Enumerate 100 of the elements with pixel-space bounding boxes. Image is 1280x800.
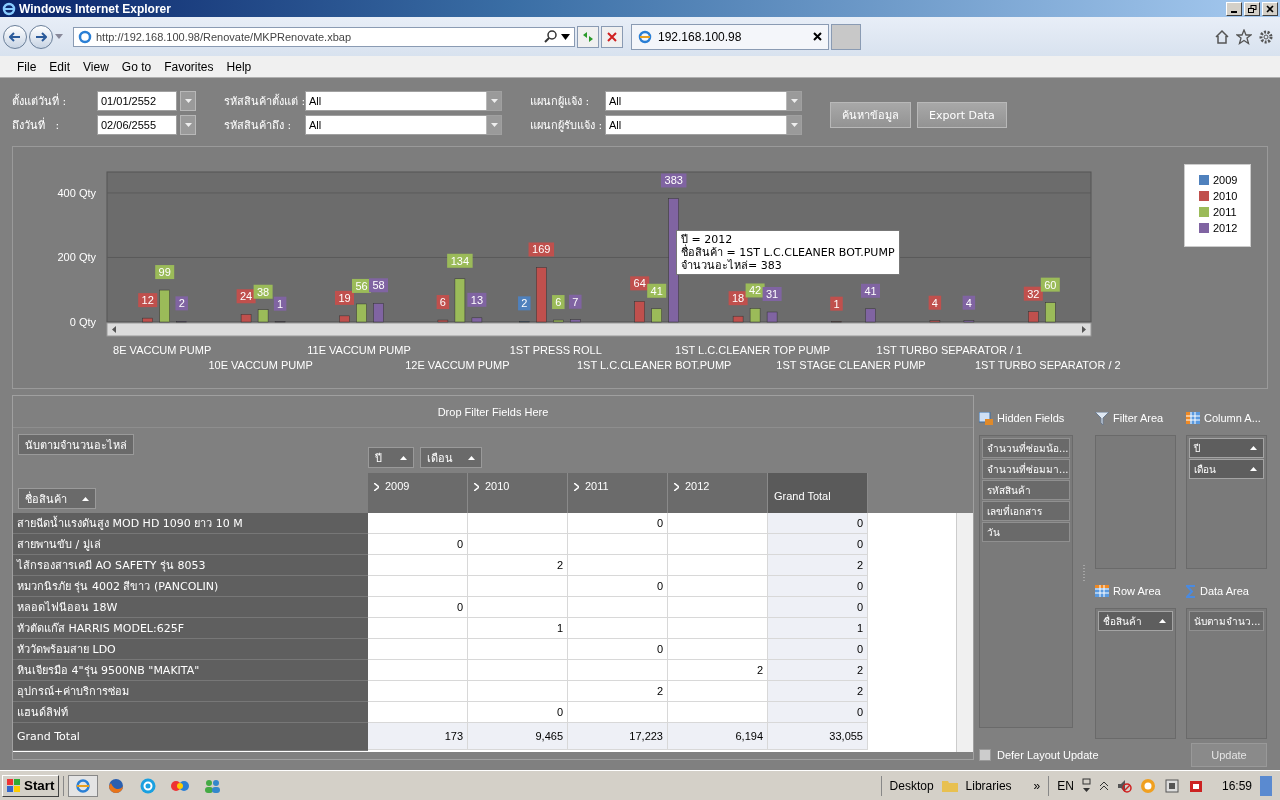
back-button[interactable]	[3, 24, 27, 49]
menu-item[interactable]: Favorites	[164, 59, 214, 74]
url-text: http://192.168.100.98/Renovate/MKPRenovate.xbap	[96, 30, 352, 43]
column-header[interactable]: 2010	[468, 473, 568, 513]
address-field[interactable]: http://192.168.100.98/Renovate/MKPRenovate.xbap	[73, 26, 575, 47]
taskbar-button[interactable]	[68, 774, 99, 797]
data-label: 2	[175, 296, 188, 311]
network-icon[interactable]	[1081, 777, 1092, 794]
filter-icon	[1095, 411, 1109, 425]
table-cell: 2	[768, 681, 868, 702]
toolbar-label[interactable]: Libraries	[965, 778, 1012, 793]
field-button[interactable]: เลขที่เอกสาร	[982, 501, 1070, 521]
field-button[interactable]: นับตามจำนว...	[1189, 611, 1264, 631]
table-cell: 2	[468, 555, 568, 576]
settings-icon[interactable]	[1258, 28, 1274, 45]
column-field-button[interactable]: ปี	[368, 447, 414, 468]
field-button[interactable]: วัน	[982, 522, 1070, 542]
field-list-icon	[979, 411, 993, 425]
bar	[454, 278, 466, 323]
legend-label: 2010	[1213, 190, 1238, 202]
close-button[interactable]	[1262, 1, 1278, 16]
bar	[651, 308, 662, 323]
axis-label: 1ST L.C.CLEANER BOT.PUMP	[576, 359, 732, 371]
data-label: 60	[1044, 278, 1057, 291]
overflow-chevron[interactable]: »	[1033, 778, 1041, 793]
forward-button[interactable]	[29, 24, 53, 49]
column-header[interactable]: 2011	[568, 473, 668, 513]
clock[interactable]: 16:59	[1221, 778, 1252, 793]
sort-arrow-icon	[1159, 619, 1166, 623]
axis-label: 200 Qty	[57, 251, 96, 264]
toolbar-label[interactable]: Desktop	[889, 778, 934, 793]
table-cell: 0	[768, 513, 868, 534]
data-label: 4	[931, 296, 938, 309]
date-field[interactable]: 01/01/2552	[97, 91, 177, 111]
field-button[interactable]: จำนวนที่ซ่อมน้อ...	[982, 438, 1070, 458]
data-label: 6	[552, 295, 565, 310]
menu-item[interactable]: File	[17, 59, 37, 74]
column-header[interactable]: 2009	[368, 473, 468, 513]
bar	[240, 314, 252, 323]
stop-button[interactable]	[601, 25, 623, 48]
axis-label: 1ST TURBO SEPARATOR / 2	[974, 359, 1121, 371]
start-button[interactable]: Start	[2, 774, 60, 797]
axis-label: 8E VACCUM PUMP	[113, 344, 212, 356]
data-label: 12	[138, 293, 158, 308]
field-button[interactable]: ปี	[1189, 438, 1264, 458]
row-field-button[interactable]: ชื่อสินค้า	[18, 488, 96, 509]
expand-icon	[574, 483, 579, 491]
minimize-button[interactable]	[1226, 1, 1242, 16]
search-icon[interactable]	[544, 30, 557, 43]
table-cell: 0	[768, 639, 868, 660]
field-button[interactable]: จำนวนที่ซ่อมมา...	[982, 459, 1070, 479]
legend-label: 2012	[1213, 222, 1238, 234]
restore-button[interactable]	[1244, 1, 1260, 16]
dropdown-button[interactable]	[180, 115, 196, 135]
column-header[interactable]: 2012	[668, 473, 768, 513]
date-field[interactable]: 02/06/2555	[97, 115, 177, 135]
home-icon[interactable]	[1214, 28, 1230, 45]
dropdown-arrow-icon[interactable]	[561, 33, 570, 40]
combo-box[interactable]: All	[305, 91, 502, 111]
table-cell: 6,194	[668, 723, 768, 750]
field-button[interactable]: รหัสสินค้า	[982, 480, 1070, 500]
table-cell: 0	[768, 597, 868, 618]
column-field-button[interactable]: เดือน	[420, 447, 482, 468]
menu-item[interactable]: View	[83, 59, 109, 74]
refresh-button[interactable]	[577, 25, 599, 48]
menu-item[interactable]: Go to	[121, 59, 152, 74]
expand-icon	[474, 483, 479, 491]
close-icon[interactable]	[813, 32, 822, 41]
drop-area[interactable]: จำนวนที่ซ่อมน้อ... จำนวนที่ซ่อมมา... รหัสสินค้า เลขที่เอกสาร วัน	[979, 435, 1073, 728]
drop-area[interactable]: นับตามจำนว...	[1186, 608, 1267, 739]
combo-box[interactable]: All	[605, 91, 802, 111]
dropdown-button[interactable]	[180, 91, 196, 111]
browser-logo-icon	[2, 1, 16, 16]
field-button[interactable]: ชื่อสินค้า	[1098, 611, 1173, 631]
browser-tab[interactable]: 192.168.100.98	[631, 23, 829, 50]
caret-icon[interactable]	[1099, 780, 1108, 791]
field-button[interactable]: เดือน	[1189, 459, 1264, 479]
combo-box[interactable]: All	[605, 115, 802, 135]
row-header: ไส้กรองสารเคมี AO SAFETY รุ่น 8053	[13, 555, 368, 576]
device-icon[interactable]	[1163, 777, 1180, 794]
combo-box[interactable]: All	[305, 115, 502, 135]
drop-area[interactable]: ชื่อสินค้า	[1095, 608, 1176, 739]
menu-item[interactable]: Help	[226, 59, 252, 74]
scrollbar[interactable]	[106, 322, 1092, 337]
data-label: 6	[439, 296, 446, 309]
history-caret-icon[interactable]	[55, 34, 63, 39]
splitter-handle[interactable]	[1083, 565, 1085, 583]
table-cell: 17,223	[568, 723, 668, 750]
row-header: หัวตัดแก๊ส HARRIS MODEL:625F	[13, 618, 368, 639]
bar	[356, 303, 367, 323]
data-field-button[interactable]: นับตามจำนวนอะไหล่	[18, 434, 134, 455]
menu-item[interactable]: Edit	[49, 59, 71, 74]
checkbox[interactable]	[979, 749, 991, 761]
table-icon	[1095, 585, 1109, 597]
scrollbar[interactable]	[956, 513, 973, 752]
refresh-icon	[581, 30, 595, 43]
language-indicator[interactable]: EN	[1057, 778, 1074, 793]
filter-drop-hint: Drop Filter Fields Here	[437, 405, 549, 418]
drop-area[interactable]: ปี เดือน	[1186, 435, 1267, 569]
star-icon[interactable]	[1236, 28, 1252, 45]
